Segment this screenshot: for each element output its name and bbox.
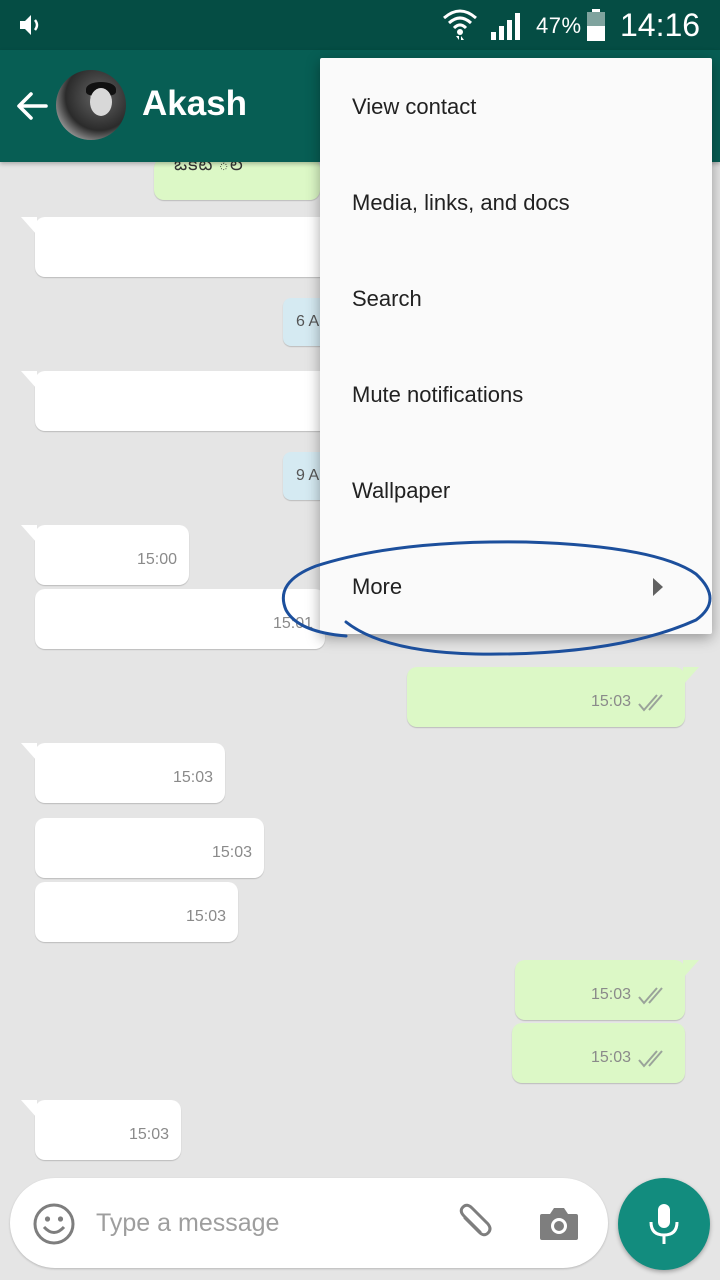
message-time: 15:00 bbox=[136, 551, 177, 568]
emoji-icon[interactable] bbox=[32, 1202, 76, 1246]
message-input[interactable] bbox=[96, 1200, 426, 1246]
message-bubble-outgoing[interactable]: 15:03 bbox=[512, 1023, 685, 1083]
message-bubble-incoming[interactable] bbox=[21, 371, 335, 431]
paperclip-icon[interactable] bbox=[450, 1202, 494, 1246]
overflow-menu: View contact Media, links, and docs Sear… bbox=[320, 58, 712, 634]
camera-icon[interactable] bbox=[538, 1204, 580, 1244]
double-check-icon bbox=[638, 1050, 663, 1068]
wifi-icon bbox=[443, 9, 477, 40]
volume-icon bbox=[20, 15, 39, 35]
message-time: 15:03 bbox=[590, 1049, 631, 1066]
menu-item-mute-notifications[interactable]: Mute notifications bbox=[320, 346, 712, 442]
message-time: 15:03 bbox=[128, 1126, 169, 1143]
battery-icon bbox=[587, 9, 605, 41]
message-bubble-incoming[interactable]: 15:00 bbox=[21, 525, 189, 585]
arrow-left-icon[interactable] bbox=[14, 88, 50, 124]
menu-item-more[interactable]: More bbox=[320, 538, 712, 634]
message-bubble-outgoing[interactable]: 15:03 bbox=[407, 667, 699, 727]
message-time: 15:03 bbox=[590, 986, 631, 1003]
message-bubble-incoming[interactable]: 15:03 bbox=[35, 882, 238, 942]
menu-item-search[interactable]: Search bbox=[320, 250, 712, 346]
menu-item-wallpaper[interactable]: Wallpaper bbox=[320, 442, 712, 538]
message-time: 15:03 bbox=[211, 844, 252, 861]
message-time: 15:03 bbox=[172, 769, 213, 786]
status-bar: 47% 14:16 bbox=[0, 0, 720, 50]
message-bubble-incoming[interactable]: 15:01 bbox=[35, 589, 325, 649]
message-time: 15:01 bbox=[272, 615, 313, 632]
signal-icon bbox=[491, 13, 520, 40]
battery-percent: 47% bbox=[536, 13, 582, 38]
message-bubble-incoming[interactable] bbox=[21, 217, 335, 277]
mic-button[interactable] bbox=[618, 1178, 710, 1270]
message-bubble-incoming[interactable]: 15:03 bbox=[35, 818, 264, 878]
double-check-icon bbox=[638, 694, 663, 712]
message-time: 15:03 bbox=[185, 908, 226, 925]
status-time: 14:16 bbox=[620, 7, 701, 43]
message-bubble-incoming[interactable]: 15:03 bbox=[21, 743, 225, 803]
double-check-icon bbox=[638, 987, 663, 1005]
menu-item-media-links-docs[interactable]: Media, links, and docs bbox=[320, 154, 712, 250]
message-bubble-outgoing[interactable]: ఒకటి ిల bbox=[154, 154, 320, 200]
message-bubble-incoming[interactable]: 15:03 bbox=[21, 1100, 181, 1160]
avatar[interactable] bbox=[56, 70, 126, 140]
message-composer bbox=[10, 1178, 608, 1268]
message-bubble-outgoing[interactable]: 15:03 bbox=[515, 960, 699, 1020]
message-time: 15:03 bbox=[590, 693, 631, 710]
mic-icon bbox=[649, 1204, 679, 1244]
contact-name[interactable]: Akash bbox=[142, 84, 247, 124]
triangle-right-icon bbox=[653, 578, 663, 596]
menu-item-view-contact[interactable]: View contact bbox=[320, 58, 712, 154]
